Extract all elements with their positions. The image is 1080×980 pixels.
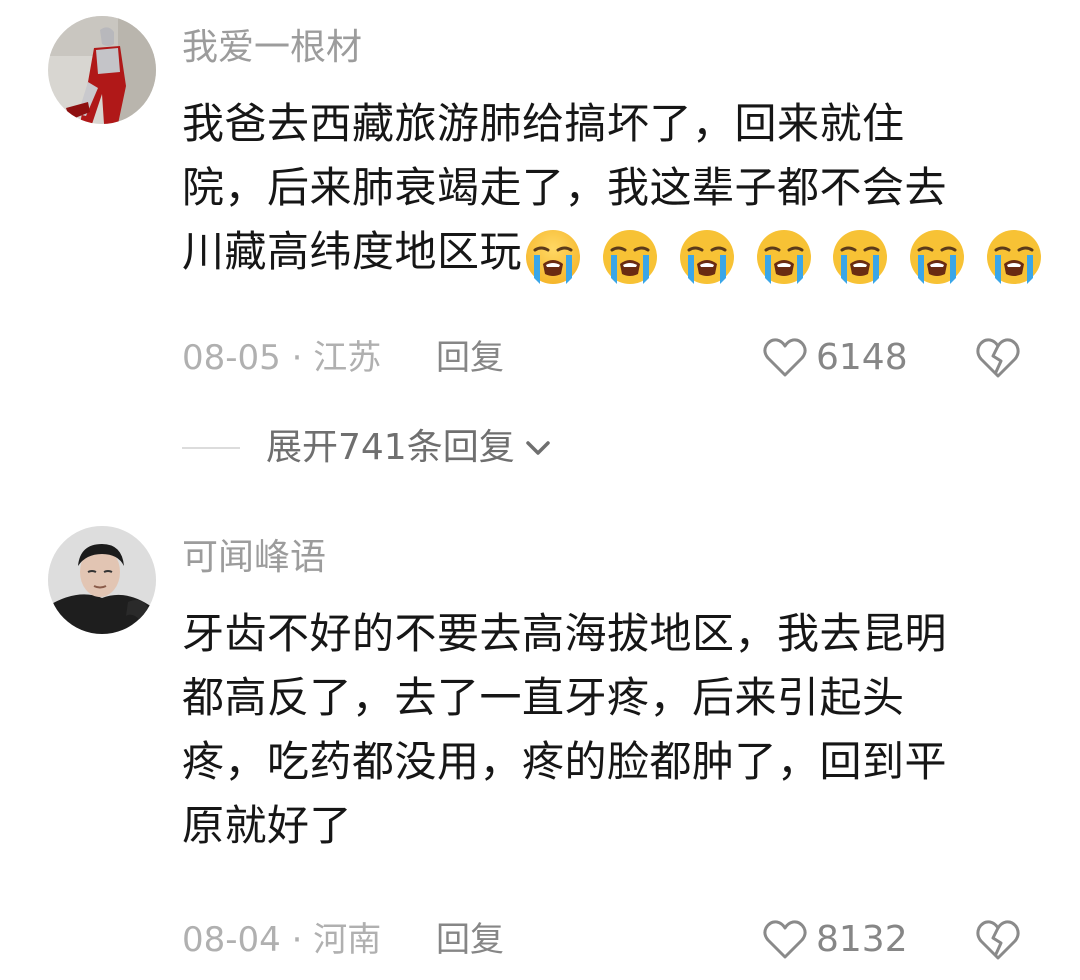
comment-text-line: 原就好了 xyxy=(182,801,353,850)
emoji-row xyxy=(524,223,1048,287)
comment-text-line-segment: 川藏高纬度地区玩 xyxy=(182,227,523,276)
broken-heart-icon xyxy=(976,338,1020,378)
comment-text-line: 我爸去西藏旅游肺给搞坏了，回来就住 xyxy=(182,99,905,148)
comment-text-line: 牙齿不好的不要去高海拔地区，我去昆明 xyxy=(182,609,948,658)
loudly-crying-face-icon xyxy=(755,228,813,286)
loudly-crying-face-icon xyxy=(985,228,1043,286)
comment-list: 我爱一根材 我爸去西藏旅游肺给搞坏了，回来就住 院，后来肺衰竭走了，我这辈子都不… xyxy=(0,0,1080,980)
heart-icon xyxy=(763,338,807,377)
comment-meta: 08-04 · 河南 回复 8132 xyxy=(182,912,1042,968)
like-count: 6148 xyxy=(816,337,908,378)
reply-button[interactable]: 回复 xyxy=(436,912,504,968)
comment-text-line: 院，后来肺衰竭走了，我这辈子都不会去 xyxy=(182,163,948,212)
comment-meta: 08-05 · 江苏 回复 6148 xyxy=(182,330,1042,386)
meta-separator: · xyxy=(291,920,303,960)
comment-text: 牙齿不好的不要去高海拔地区，我去昆明 都高反了，去了一直牙疼，后来引起头 疼，吃… xyxy=(182,602,1022,858)
comment-location: 河南 xyxy=(313,920,382,960)
loudly-crying-face-icon xyxy=(601,228,659,286)
comment-location: 江苏 xyxy=(313,338,382,378)
dislike-button[interactable] xyxy=(974,334,1022,382)
comment-date: 08-05 xyxy=(182,338,281,378)
avatar[interactable] xyxy=(48,526,156,634)
username[interactable]: 我爱一根材 xyxy=(182,24,362,72)
reply-button[interactable]: 回复 xyxy=(436,330,504,386)
loudly-crying-face-icon xyxy=(908,228,966,286)
heart-icon xyxy=(763,920,807,959)
meta-separator: · xyxy=(291,338,303,378)
comment-text-line: 都高反了，去了一直牙疼，后来引起头 xyxy=(182,673,905,722)
comment-text: 我爸去西藏旅游肺给搞坏了，回来就住 院，后来肺衰竭走了，我这辈子都不会去 川藏高… xyxy=(182,92,1042,284)
username[interactable]: 可闻峰语 xyxy=(182,534,326,582)
comment-text-line: 疼，吃药都没用，疼的脸都肿了，回到平 xyxy=(182,737,948,786)
expand-replies-label: 展开741条回复 xyxy=(266,427,515,468)
date-location: 08-05 · 江苏 xyxy=(182,330,381,386)
divider-line xyxy=(182,447,240,449)
like-count: 8132 xyxy=(816,919,908,960)
avatar[interactable] xyxy=(48,16,156,124)
like-button[interactable]: 8132 xyxy=(762,912,908,968)
dislike-button[interactable] xyxy=(974,916,1022,964)
chevron-down-icon xyxy=(525,441,550,455)
comment-date: 08-04 xyxy=(182,920,281,960)
comment-item: 可闻峰语 牙齿不好的不要去高海拔地区，我去昆明 都高反了，去了一直牙疼，后来引起… xyxy=(0,510,1080,980)
loudly-crying-face-icon xyxy=(831,228,889,286)
loudly-crying-face-icon xyxy=(524,228,582,286)
like-button[interactable]: 6148 xyxy=(762,330,908,386)
comment-item: 我爱一根材 我爸去西藏旅游肺给搞坏了，回来就住 院，后来肺衰竭走了，我这辈子都不… xyxy=(0,0,1080,480)
date-location: 08-04 · 河南 xyxy=(182,912,381,968)
comment-text-line: 川藏高纬度地区玩 xyxy=(182,220,1042,284)
loudly-crying-face-icon xyxy=(678,228,736,286)
expand-replies-button[interactable]: 展开741条回复 xyxy=(182,420,553,476)
broken-heart-icon xyxy=(976,920,1020,960)
